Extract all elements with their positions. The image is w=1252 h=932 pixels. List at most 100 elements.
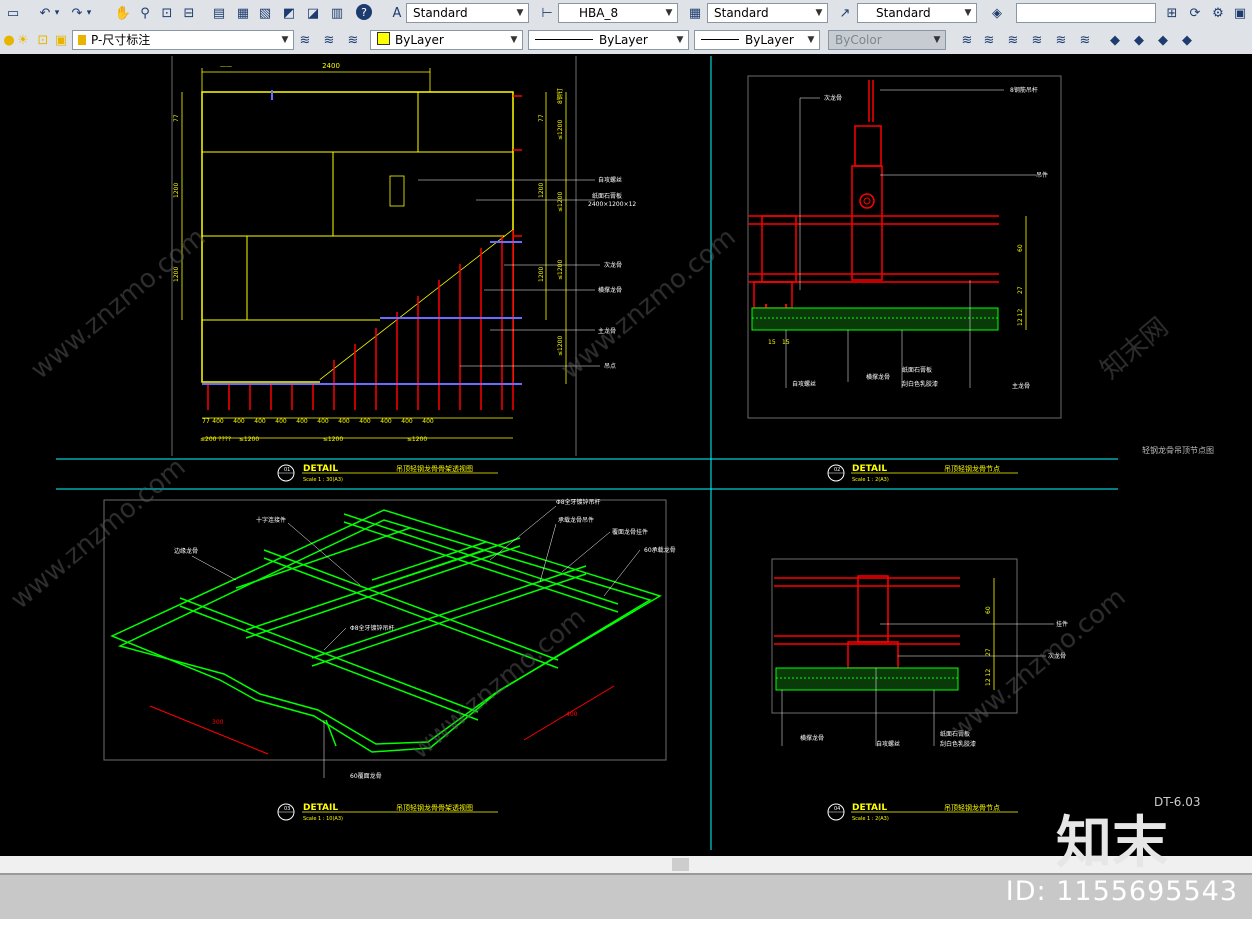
dim-style-icon[interactable]: ⊢ xyxy=(538,4,556,22)
scrollbar-thumb[interactable] xyxy=(672,858,689,871)
layer-previous-icon[interactable]: ≋ xyxy=(296,31,314,49)
svg-text:DETAIL: DETAIL xyxy=(852,464,887,474)
redo-dropdown-icon[interactable]: ▾ xyxy=(84,4,94,22)
label-a-6: 吊点 xyxy=(604,362,616,370)
svg-text:Scale 1 : 2(A3): Scale 1 : 2(A3) xyxy=(852,816,889,822)
svg-text:吊顶轻钢龙骨骨架透视图: 吊顶轻钢龙骨骨架透视图 xyxy=(396,803,473,812)
dim-bottom-spacing: 400 xyxy=(401,418,413,425)
mleader-style-combo[interactable]: Standard ▼ xyxy=(857,3,977,23)
properties-icon[interactable]: ▤ xyxy=(210,4,228,22)
layer-tool-icon[interactable]: ≋ xyxy=(1052,31,1070,49)
zoom-window-icon[interactable]: ⊡ xyxy=(158,4,176,22)
mleader-style-icon[interactable]: ↗ xyxy=(836,4,854,22)
text-style-icon[interactable]: A xyxy=(388,4,406,22)
label-c-4: 承载龙骨吊件 xyxy=(558,516,594,524)
dim-bottom2-3: ≤1200 xyxy=(323,436,343,443)
label-c-8: 60覆面龙骨 xyxy=(350,772,382,780)
dim-bottom-spacing: 400 xyxy=(296,418,308,425)
label-a-4: 横撑龙骨 xyxy=(598,286,622,294)
label-b-2: 次龙骨 xyxy=(824,94,842,102)
table-style-icon[interactable]: ▦ xyxy=(686,4,704,22)
tool-palettes-icon[interactable]: ▧ xyxy=(256,4,274,22)
chevron-down-icon: ▼ xyxy=(807,35,815,45)
svg-text:01: 01 xyxy=(284,467,290,473)
refresh-icon[interactable]: ⟳ xyxy=(1186,4,1204,22)
svg-text:DETAIL: DETAIL xyxy=(303,464,338,474)
zoom-realtime-icon[interactable]: ⚲ xyxy=(136,4,154,22)
freeze-icon[interactable]: ⊡ xyxy=(34,31,52,49)
add-icon[interactable]: ⊞ xyxy=(1163,4,1181,22)
linetype-value: ByLayer xyxy=(599,33,648,47)
svg-text:Scale 1 : 30(A3): Scale 1 : 30(A3) xyxy=(303,477,343,483)
lineweight-combo[interactable]: ByLayer ▼ xyxy=(694,30,820,50)
dim-bottom-spacing: 400 xyxy=(212,418,224,425)
dim-right-1: 77 xyxy=(538,114,545,122)
title-block-2: 02 DETAIL Scale 1 : 2(A3) 吊顶轻钢龙骨节点 xyxy=(827,464,1018,483)
layer-color-icon xyxy=(78,35,86,45)
sun-icon[interactable]: ☀ xyxy=(14,31,32,49)
layer-tool-icon[interactable]: ≋ xyxy=(1076,31,1094,49)
svg-text:04: 04 xyxy=(834,806,840,812)
color-combo[interactable]: ByLayer ▼ xyxy=(370,30,523,50)
label-d-3: 横撑龙骨 xyxy=(800,734,824,742)
layer-tool-icon[interactable]: ≋ xyxy=(958,31,976,49)
layer-states-icon[interactable]: ◈ xyxy=(988,4,1006,22)
layer-tool-icon[interactable]: ◆ xyxy=(1106,31,1124,49)
lock-icon[interactable]: ▣ xyxy=(52,31,70,49)
dim-bottom2-4: ≤1200 xyxy=(407,436,427,443)
watermark-site: www.znzmo.com xyxy=(5,452,191,615)
layer-tool-icon[interactable]: ◆ xyxy=(1130,31,1148,49)
pan-icon[interactable]: ✋ xyxy=(114,4,132,22)
dim-bottom-spacing: 400 xyxy=(254,418,266,425)
dim-c-1: 300 xyxy=(212,719,224,726)
side-note: 轻钢龙骨吊顶节点图 xyxy=(1142,445,1214,455)
table-style-value: Standard xyxy=(714,6,769,20)
make-current-icon[interactable]: ≋ xyxy=(320,31,338,49)
watermark-site: www.znzmo.com xyxy=(405,602,591,765)
dim-right2-4: ≤1200 xyxy=(557,260,564,280)
new-icon[interactable]: ▭ xyxy=(4,4,22,22)
layer-tool-icon[interactable]: ◆ xyxy=(1154,31,1172,49)
watermark-id: ID: 1155695543 xyxy=(1005,876,1238,907)
panel-a-ceiling-plan: 2400 —— 77 1200 1200 77 1200 1200 8钢钉 ≤1… xyxy=(173,62,636,443)
linetype-combo[interactable]: ByLayer ▼ xyxy=(528,30,689,50)
table-style-combo[interactable]: Standard ▼ xyxy=(707,3,828,23)
chevron-down-icon: ▼ xyxy=(665,8,673,18)
calculator-icon[interactable]: ▥ xyxy=(328,4,346,22)
window-icon[interactable]: ▣ xyxy=(1231,4,1249,22)
zoom-previous-icon[interactable]: ⊟ xyxy=(180,4,198,22)
chevron-down-icon: ▼ xyxy=(510,35,518,45)
dim-right2-5: ≤1200 xyxy=(557,336,564,356)
dim-bottom2-2: ≤1200 xyxy=(239,436,259,443)
dim-left-1: 77 xyxy=(173,114,180,122)
chevron-down-icon: ▼ xyxy=(815,8,823,18)
search-input[interactable] xyxy=(1016,3,1156,23)
label-b-3: 吊件 xyxy=(1036,171,1048,179)
layer-combo[interactable]: P-尺寸标注 ▼ xyxy=(72,30,294,50)
title-block-4: 04 DETAIL Scale 1 : 2(A3) 吊顶轻钢龙骨节点 xyxy=(827,803,1018,822)
undo-dropdown-icon[interactable]: ▾ xyxy=(52,4,62,22)
dim-right2-2: ≤1200 xyxy=(557,120,564,140)
layer-tool-icon[interactable]: ◆ xyxy=(1178,31,1196,49)
title-block-1: 01 DETAIL Scale 1 : 30(A3) 吊顶轻钢龙骨骨架透视图 xyxy=(277,464,498,483)
dim-bottom-spacing: 400 xyxy=(359,418,371,425)
dim-top-small: —— xyxy=(220,63,232,70)
svg-text:Scale 1 : 2(A3): Scale 1 : 2(A3) xyxy=(852,477,889,483)
drawing-canvas[interactable]: 2400 —— 77 1200 1200 77 1200 1200 8钢钉 ≤1… xyxy=(0,54,1252,856)
settings-icon[interactable]: ⚙ xyxy=(1209,4,1227,22)
design-center-icon[interactable]: ▦ xyxy=(234,4,252,22)
label-c-1: 十字连接件 xyxy=(256,516,286,524)
help-icon[interactable]: ? xyxy=(356,4,372,20)
text-style-combo[interactable]: Standard ▼ xyxy=(406,3,529,23)
watermark-logo: 知末 xyxy=(1056,811,1168,876)
layer-match-icon[interactable]: ≋ xyxy=(344,31,362,49)
dim-bottom2-1: ≤200 ???? xyxy=(200,436,231,443)
dim-right-3: 1200 xyxy=(538,267,545,282)
sheet-set-icon[interactable]: ◩ xyxy=(280,4,298,22)
layer-tool-icon[interactable]: ≋ xyxy=(1028,31,1046,49)
dim-style-combo[interactable]: HBA_8 ▼ xyxy=(558,3,678,23)
layer-tool-icon[interactable]: ≋ xyxy=(1004,31,1022,49)
label-d-6: 刮白色乳胶漆 xyxy=(940,740,976,748)
markup-icon[interactable]: ◪ xyxy=(304,4,322,22)
layer-tool-icon[interactable]: ≋ xyxy=(980,31,998,49)
